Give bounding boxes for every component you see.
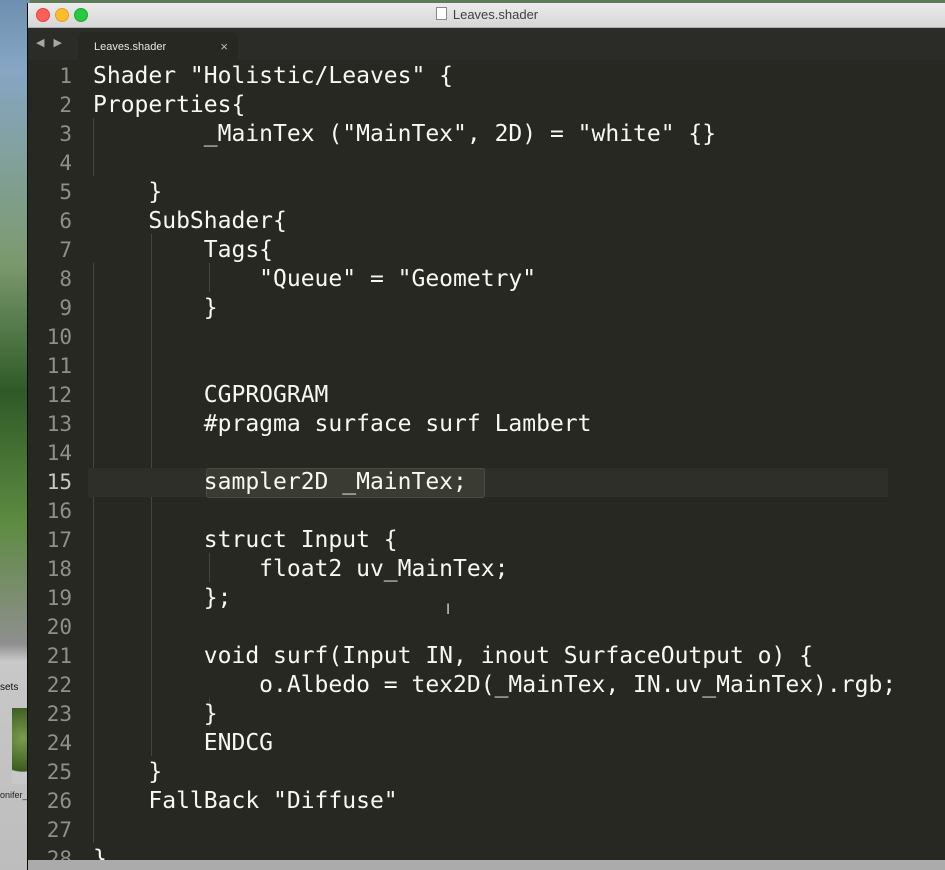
code-line[interactable]: 24 ENDCG	[28, 729, 945, 758]
code-line[interactable]: 14	[28, 439, 945, 468]
title-bar[interactable]: Leaves.shader	[28, 3, 945, 28]
code-text: #pragma surface surf Lambert	[93, 411, 592, 437]
code-line[interactable]: 13 #pragma surface surf Lambert	[28, 410, 945, 439]
line-number: 6	[59, 209, 72, 233]
code-line[interactable]: 16	[28, 497, 945, 526]
asset-thumbnail-label: onifer_	[0, 790, 28, 800]
line-number: 16	[46, 499, 72, 523]
code-line[interactable]: 6 SubShader{	[28, 207, 945, 236]
code-line[interactable]: 17 struct Input {	[28, 526, 945, 555]
tab-bar: ◀ ▶ Leaves.shader ×	[28, 28, 945, 60]
line-number: 22	[46, 673, 72, 697]
code-text: }	[93, 179, 163, 205]
code-line[interactable]: 23 }	[28, 700, 945, 729]
line-number: 21	[46, 644, 72, 668]
code-text: CGPROGRAM	[93, 382, 329, 408]
line-number: 5	[59, 180, 72, 204]
status-bar	[28, 860, 945, 870]
code-text: void surf(Input IN, inout SurfaceOutput …	[93, 643, 814, 669]
code-line[interactable]: 11	[28, 352, 945, 381]
code-line[interactable]: 19 };	[28, 584, 945, 613]
code-text: struct Input {	[93, 527, 398, 553]
code-text: FallBack "Diffuse"	[93, 788, 398, 814]
window-title-text: Leaves.shader	[452, 7, 539, 22]
tab-close-icon[interactable]: ×	[220, 39, 228, 54]
code-line[interactable]: 8 "Queue" = "Geometry"	[28, 265, 945, 294]
line-number: 27	[46, 818, 72, 842]
code-line[interactable]: 15 sampler2D _MainTex;	[28, 468, 945, 498]
code-text: SubShader{	[93, 208, 287, 234]
line-number: 18	[46, 557, 72, 581]
line-number: 12	[46, 383, 72, 407]
code-line[interactable]: 18 float2 uv_MainTex;	[28, 555, 945, 584]
assets-panel-label: sets	[0, 682, 19, 693]
code-line[interactable]: 4	[28, 149, 945, 178]
code-line[interactable]: 3 _MainTex ("MainTex", 2D) = "white" {}	[28, 120, 945, 149]
code-text: }	[93, 701, 218, 727]
line-number: 14	[46, 441, 72, 465]
line-number: 23	[46, 702, 72, 726]
code-line[interactable]: 10	[28, 323, 945, 352]
line-number: 25	[46, 760, 72, 784]
line-number: 13	[46, 412, 72, 436]
code-line[interactable]: 12 CGPROGRAM	[28, 381, 945, 410]
code-line[interactable]: 7 Tags{	[28, 236, 945, 265]
code-text: }	[93, 759, 163, 785]
line-number: 4	[59, 151, 72, 175]
tab-leaves-shader[interactable]: Leaves.shader ×	[78, 32, 238, 60]
code-line[interactable]: 22 o.Albedo = tex2D(_MainTex, IN.uv_Main…	[28, 671, 945, 700]
window-title: Leaves.shader	[28, 7, 945, 22]
line-number: 1	[59, 64, 72, 88]
code-line[interactable]: 1 Shader "Holistic/Leaves" {	[28, 62, 945, 91]
line-number: 19	[46, 586, 72, 610]
code-text: Tags{	[93, 237, 274, 263]
code-text: Properties{	[93, 92, 246, 118]
code-line[interactable]: 26 FallBack "Diffuse"	[28, 787, 945, 816]
code-editor[interactable]: 1 Shader "Holistic/Leaves" {2 Properties{3…	[28, 60, 945, 870]
code-line[interactable]: 2 Properties{	[28, 91, 945, 120]
code-text: float2 uv_MainTex;	[93, 556, 509, 582]
code-line[interactable]: 9 }	[28, 294, 945, 323]
line-number: 26	[46, 789, 72, 813]
code-text: _MainTex ("MainTex", 2D) = "white" {}	[93, 121, 717, 147]
tab-nav-arrows-icon[interactable]: ◀ ▶	[36, 36, 65, 49]
code-line[interactable]: 27	[28, 816, 945, 845]
line-number: 2	[59, 93, 72, 117]
code-text: };	[93, 585, 232, 611]
code-text: Shader "Holistic/Leaves" {	[93, 63, 454, 89]
line-number: 24	[46, 731, 72, 755]
code-text: }	[93, 295, 218, 321]
line-number: 8	[59, 267, 72, 291]
line-number: 10	[46, 325, 72, 349]
editor-window: Leaves.shader ◀ ▶ Leaves.shader × 1 Shade…	[27, 3, 945, 870]
text-cursor-icon: I	[446, 602, 451, 618]
code-line[interactable]: 25 }	[28, 758, 945, 787]
code-line[interactable]: 21 void surf(Input IN, inout SurfaceOutp…	[28, 642, 945, 671]
line-number: 20	[46, 615, 72, 639]
line-number: 3	[59, 122, 72, 146]
line-number: 9	[59, 296, 72, 320]
line-number: 7	[59, 238, 72, 262]
code-text: sampler2D _MainTex;	[93, 469, 467, 495]
document-icon	[435, 7, 447, 20]
line-number: 15	[46, 470, 72, 494]
tab-label: Leaves.shader	[94, 41, 167, 53]
code-text: ENDCG	[93, 730, 274, 756]
line-number: 11	[46, 354, 72, 378]
code-line[interactable]: 5 }	[28, 178, 945, 207]
code-text: "Queue" = "Geometry"	[93, 266, 537, 292]
line-number: 17	[46, 528, 72, 552]
code-line[interactable]: 20	[28, 613, 945, 642]
code-text: o.Albedo = tex2D(_MainTex, IN.uv_MainTex…	[93, 672, 897, 698]
